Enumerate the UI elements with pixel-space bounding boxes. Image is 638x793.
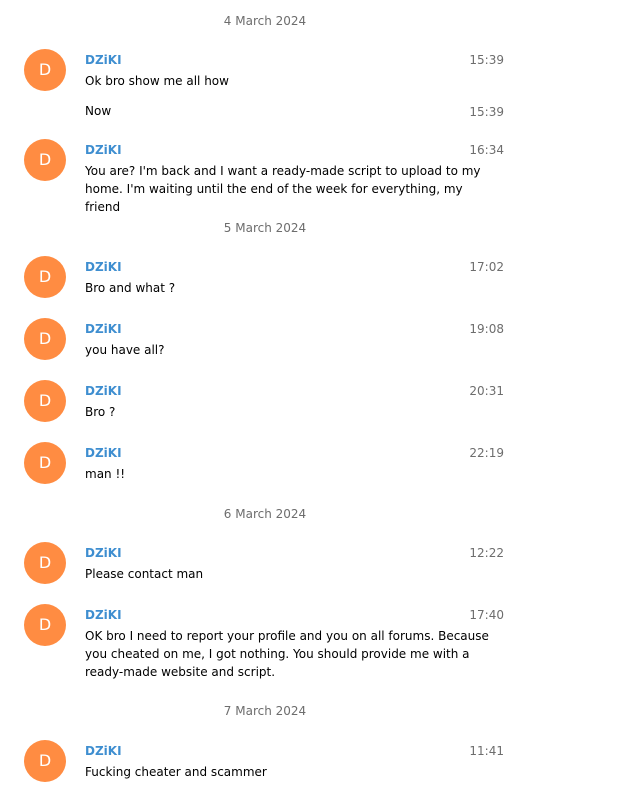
message-time: 19:08 <box>469 322 504 336</box>
sender-name[interactable]: DZiKI <box>85 142 122 158</box>
message-text: man !! <box>85 467 126 481</box>
message-text: Please contact man <box>85 567 204 581</box>
date-separator: 6 March 2024 <box>223 507 307 521</box>
message-time: 17:02 <box>469 260 504 274</box>
sender-name[interactable]: DZiKI <box>85 52 122 68</box>
message-text: Ok bro show me all how <box>85 74 229 88</box>
message-text: Bro ? <box>85 405 116 419</box>
message-time: 16:34 <box>469 143 504 157</box>
sender-name[interactable]: DZiKI <box>85 607 122 623</box>
date-separator: 7 March 2024 <box>223 704 307 718</box>
message-text: Fucking cheater and scammer <box>85 765 267 779</box>
avatar[interactable]: D <box>24 256 66 298</box>
message-time: 22:19 <box>469 446 504 460</box>
message-text: Bro and what ? <box>85 281 176 295</box>
message-text: OK bro I need to report your profile and… <box>85 629 489 679</box>
date-separator: 4 March 2024 <box>223 14 307 28</box>
date-separator: 5 March 2024 <box>223 221 307 235</box>
message-time: 12:22 <box>469 546 504 560</box>
avatar[interactable]: D <box>24 740 66 782</box>
sender-name[interactable]: DZiKI <box>85 743 122 759</box>
message-text: You are? I'm back and I want a ready-mad… <box>85 164 481 214</box>
avatar[interactable]: D <box>24 542 66 584</box>
message-text: you have all? <box>85 343 165 357</box>
message-time: 20:31 <box>469 384 504 398</box>
avatar[interactable]: D <box>24 318 66 360</box>
avatar[interactable]: D <box>24 49 66 91</box>
message-text: Now <box>85 104 112 118</box>
avatar[interactable]: D <box>24 380 66 422</box>
sender-name[interactable]: DZiKI <box>85 545 122 561</box>
message-time: 17:40 <box>469 608 504 622</box>
avatar[interactable]: D <box>24 604 66 646</box>
sender-name[interactable]: DZiKI <box>85 259 122 275</box>
avatar[interactable]: D <box>24 442 66 484</box>
avatar[interactable]: D <box>24 139 66 181</box>
sender-name[interactable]: DZiKI <box>85 445 122 461</box>
sender-name[interactable]: DZiKI <box>85 383 122 399</box>
message-time: 15:39 <box>469 53 504 67</box>
message-time: 11:41 <box>469 744 504 758</box>
sender-name[interactable]: DZiKI <box>85 321 122 337</box>
